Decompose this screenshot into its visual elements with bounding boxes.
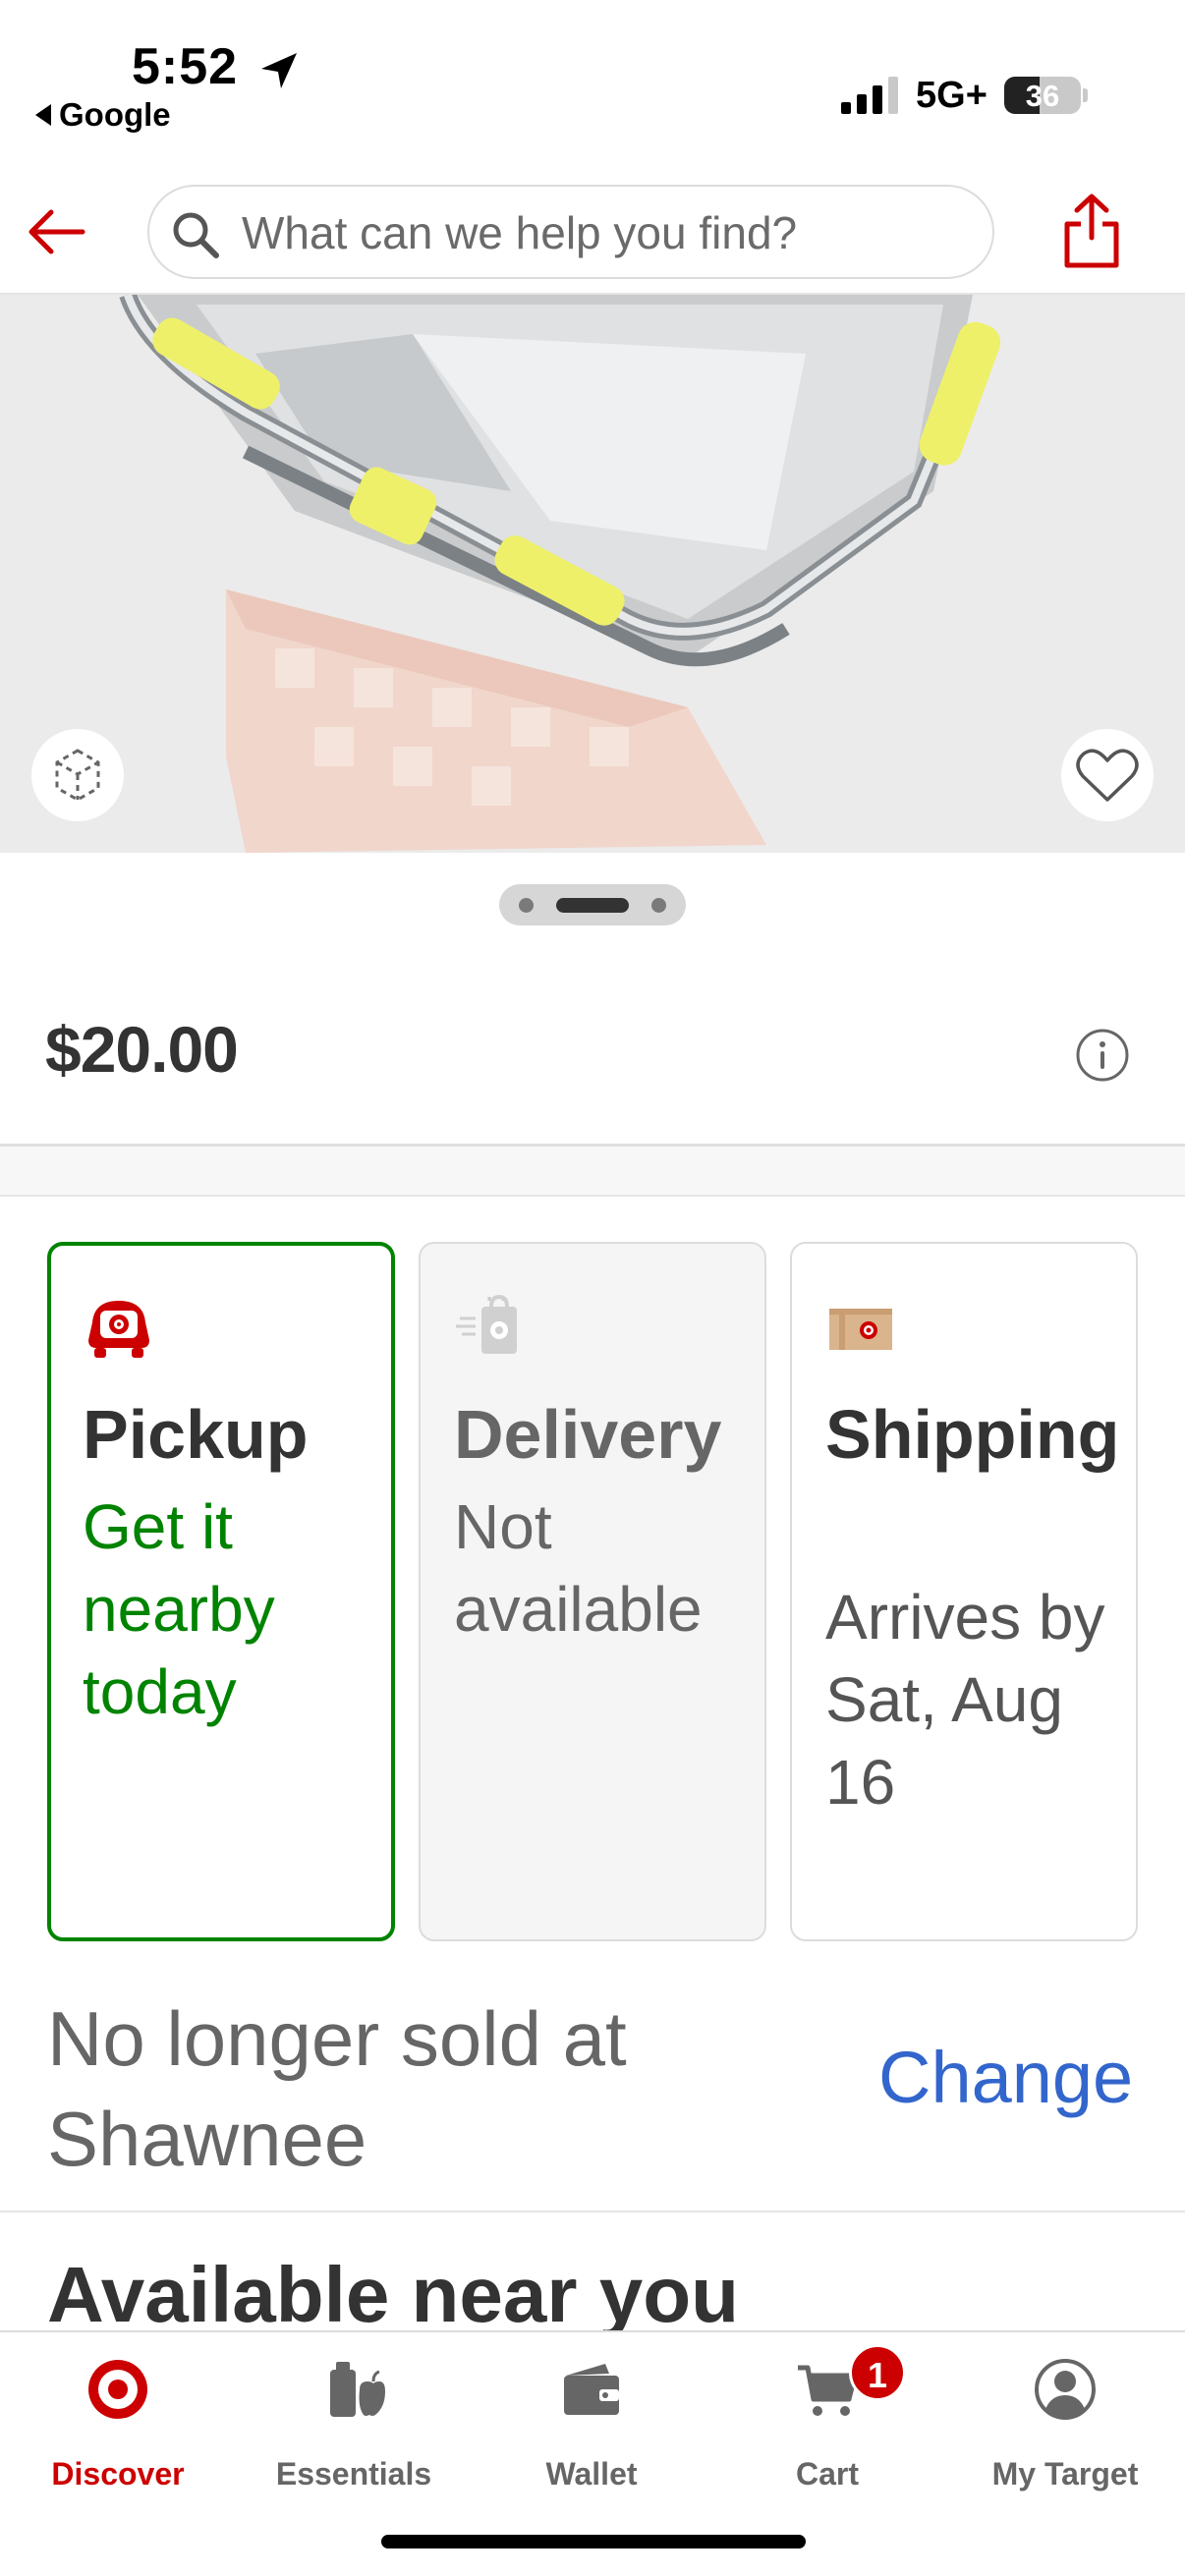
search-icon [173,212,219,258]
search-bar[interactable] [147,185,994,279]
favorite-button[interactable] [1061,729,1154,821]
home-indicator [381,2535,806,2548]
product-image-carousel[interactable] [0,295,1185,853]
store-availability-text: No longer sold at Shawnee [47,1995,627,2182]
delivery-bag-icon [456,1294,517,1354]
nav-cart[interactable]: 1 Cart [709,2344,945,2505]
status-bar: 5:52 Google 5G+ 36 [0,0,1185,167]
search-input[interactable] [242,200,969,265]
product-photo [0,295,1185,853]
pickup-car-icon [88,1301,149,1358]
delivery-title: Delivery [454,1396,722,1473]
wallet-icon [564,2364,619,2415]
shipping-title: Shipping [825,1396,1120,1473]
delivery-option-card[interactable]: Delivery Not available [419,1242,766,1941]
shipping-option-card[interactable]: Shipping Arrives by Sat, Aug 16 [790,1242,1138,1941]
nav-discover[interactable]: Discover [0,2358,236,2505]
target-logo-icon [88,2360,147,2419]
back-arrow-icon[interactable] [24,198,90,265]
nav-label: My Target [991,2456,1139,2492]
cellular-signal-icon [841,77,898,114]
pickup-status: Get it nearby today [83,1491,275,1727]
back-app-label: Google [59,96,171,133]
top-header [0,167,1185,295]
essentials-icon [330,2362,385,2417]
share-icon[interactable] [1061,191,1122,269]
change-store-link[interactable]: Change [878,2036,1133,2119]
battery-icon: 36 [1004,77,1081,114]
view-in-3d-button[interactable] [31,729,124,821]
nav-label: Essentials [275,2456,432,2492]
product-price: $20.00 [45,1013,239,1086]
back-triangle-icon [35,104,51,126]
available-near-you-heading: Available near you [47,2251,739,2338]
account-icon [1035,2359,1096,2420]
network-type: 5G+ [916,75,988,116]
nav-label: Wallet [545,2456,638,2492]
shipping-status: Arrives by Sat, Aug 16 [825,1582,1105,1818]
location-arrow-icon [261,53,297,88]
info-icon[interactable] [1075,1028,1130,1083]
nav-label: Discover [51,2456,185,2492]
pager-dot[interactable] [519,898,534,913]
back-to-app-link[interactable]: Google [35,96,171,134]
section-divider [0,1144,1185,1197]
pickup-option-card[interactable]: Pickup Get it nearby today [47,1242,395,1941]
delivery-status: Not available [454,1491,703,1645]
3d-cube-icon [55,749,100,802]
image-pager[interactable] [499,884,686,925]
battery-level: 36 [1025,79,1060,113]
pager-dot-active[interactable] [556,898,629,913]
store-divider [0,2211,1185,2212]
nav-my-target[interactable]: My Target [947,2358,1183,2505]
nav-essentials[interactable]: Essentials [236,2358,472,2505]
cart-count-badge: 1 [849,2344,906,2401]
nav-label: Cart [795,2456,859,2492]
shipping-box-icon [829,1309,892,1350]
pager-dot[interactable] [651,898,666,913]
status-time: 5:52 [132,38,239,95]
heart-icon [1076,749,1139,802]
pickup-title: Pickup [83,1396,309,1473]
nav-wallet[interactable]: Wallet [474,2358,709,2505]
